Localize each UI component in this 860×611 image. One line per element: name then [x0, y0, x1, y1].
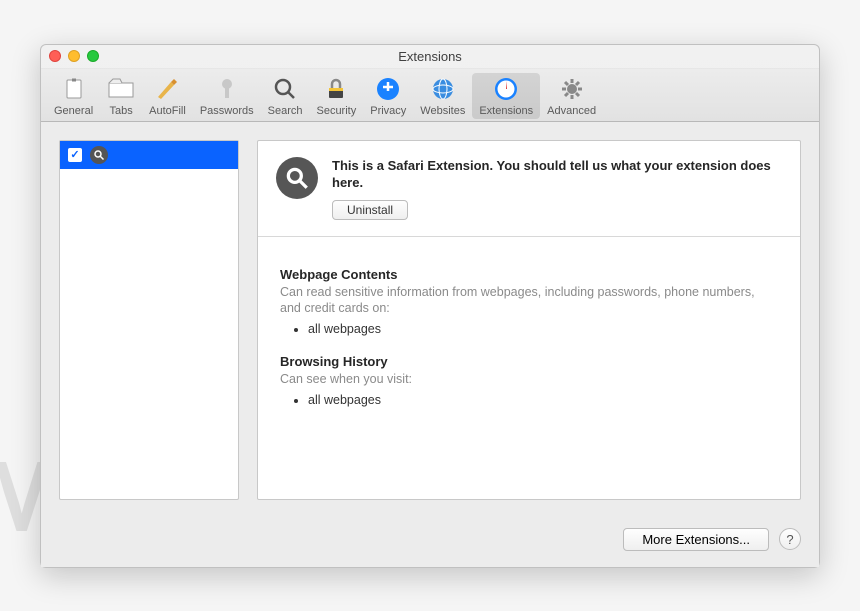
- tab-label: Tabs: [110, 105, 133, 117]
- permission-item: all webpages: [308, 393, 778, 407]
- tab-search[interactable]: Search: [261, 73, 310, 119]
- privacy-icon: [374, 75, 402, 103]
- extensions-sidebar: ✓: [59, 140, 239, 500]
- extension-detail-panel: This is a Safari Extension. You should t…: [257, 140, 801, 500]
- tab-general[interactable]: General: [47, 73, 100, 119]
- advanced-icon: [558, 75, 586, 103]
- more-extensions-button[interactable]: More Extensions...: [623, 528, 769, 551]
- tab-passwords[interactable]: Passwords: [193, 73, 261, 119]
- tab-advanced[interactable]: Advanced: [540, 73, 603, 119]
- tab-label: Websites: [420, 105, 465, 117]
- tab-label: General: [54, 105, 93, 117]
- extension-list-item[interactable]: ✓: [60, 141, 238, 169]
- help-button[interactable]: ?: [779, 528, 801, 550]
- tabs-icon: [107, 75, 135, 103]
- search-icon: [271, 75, 299, 103]
- tab-label: Passwords: [200, 105, 254, 117]
- extension-header: This is a Safari Extension. You should t…: [258, 141, 800, 237]
- extension-enabled-checkbox[interactable]: ✓: [68, 148, 82, 162]
- tab-websites[interactable]: Websites: [413, 73, 472, 119]
- extension-large-icon: [276, 157, 318, 199]
- window-title: Extensions: [41, 49, 819, 64]
- preferences-window: Extensions General Tabs AutoFill Passwor…: [40, 44, 820, 568]
- preferences-toolbar: General Tabs AutoFill Passwords Search: [41, 69, 819, 122]
- tab-security[interactable]: Security: [309, 73, 363, 119]
- extension-description: This is a Safari Extension. You should t…: [332, 157, 782, 192]
- tab-extensions[interactable]: Extensions: [472, 73, 540, 119]
- tab-label: Search: [268, 105, 303, 117]
- tab-label: Security: [316, 105, 356, 117]
- security-icon: [322, 75, 350, 103]
- websites-icon: [429, 75, 457, 103]
- general-icon: [60, 75, 88, 103]
- extension-search-icon: [90, 146, 108, 164]
- permission-description: Can see when you visit:: [280, 371, 778, 387]
- passwords-icon: [213, 75, 241, 103]
- permission-list: all webpages: [308, 322, 778, 336]
- permission-title: Webpage Contents: [280, 267, 778, 282]
- footer: More Extensions... ?: [41, 518, 819, 567]
- content-area: ✓ This is a Safari Extension. You should…: [41, 122, 819, 518]
- tab-label: AutoFill: [149, 105, 186, 117]
- tab-tabs[interactable]: Tabs: [100, 73, 142, 119]
- titlebar: Extensions: [41, 45, 819, 69]
- permission-description: Can read sensitive information from webp…: [280, 284, 778, 317]
- uninstall-button[interactable]: Uninstall: [332, 200, 408, 220]
- permission-title: Browsing History: [280, 354, 778, 369]
- autofill-icon: [153, 75, 181, 103]
- tab-label: Privacy: [370, 105, 406, 117]
- extensions-icon: [492, 75, 520, 103]
- tab-label: Advanced: [547, 105, 596, 117]
- permissions-section: Webpage Contents Can read sensitive info…: [258, 237, 800, 444]
- tab-privacy[interactable]: Privacy: [363, 73, 413, 119]
- permission-list: all webpages: [308, 393, 778, 407]
- tab-autofill[interactable]: AutoFill: [142, 73, 193, 119]
- tab-label: Extensions: [479, 105, 533, 117]
- permission-item: all webpages: [308, 322, 778, 336]
